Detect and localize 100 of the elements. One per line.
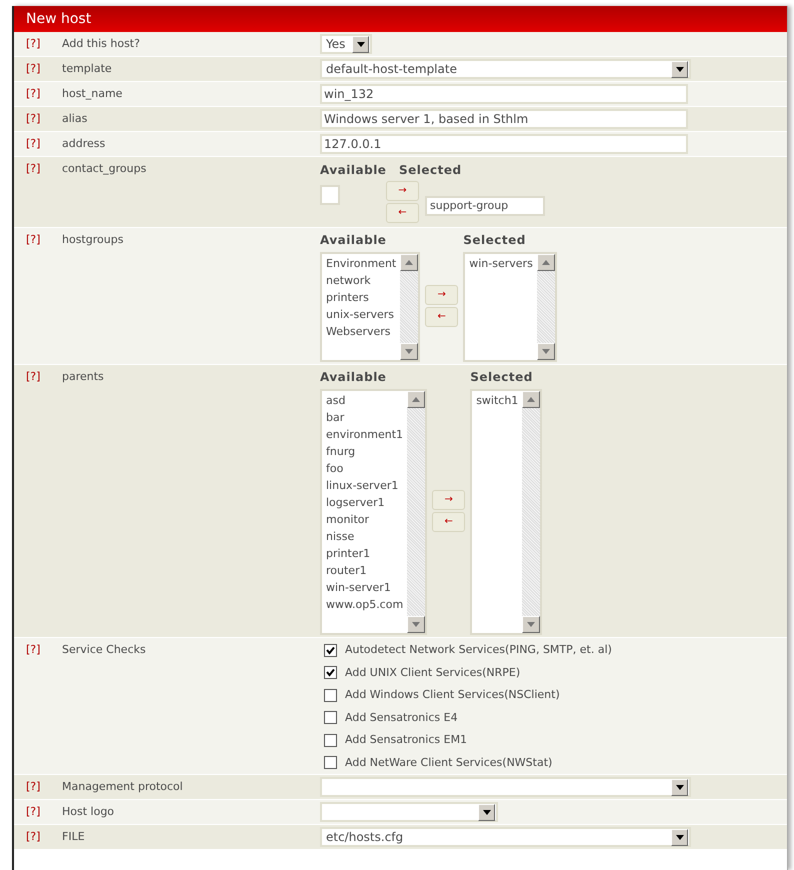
checkbox-label: Add UNIX Client Services(NRPE) (345, 664, 520, 680)
list-option[interactable]: support-group (430, 198, 540, 214)
dropdown-button[interactable] (352, 36, 369, 52)
list-option[interactable]: environment1 (326, 426, 404, 443)
dropdown-field[interactable]: etc/hosts.cfg (320, 827, 691, 847)
dropdown-button[interactable] (478, 804, 495, 820)
list-option[interactable]: nisse (326, 528, 404, 545)
field-label: template (62, 61, 113, 77)
list-option[interactable]: www.op5.com (326, 596, 404, 613)
checkbox[interactable] (324, 734, 337, 747)
remove-button[interactable]: ← (432, 512, 466, 532)
scroll-up-button[interactable] (400, 254, 418, 271)
help-link[interactable]: [?] (14, 82, 62, 106)
list-option[interactable]: win-server1 (326, 579, 404, 596)
column-heading: Selected (470, 369, 534, 386)
column-heading: Selected (463, 232, 527, 249)
list-option[interactable]: unix-servers (326, 306, 396, 323)
help-link[interactable]: [?] (14, 57, 62, 81)
down-arrow-icon (542, 349, 550, 354)
dropdown-button[interactable] (671, 828, 688, 846)
list-option[interactable]: foo (326, 460, 404, 477)
list-option[interactable]: monitor (326, 511, 404, 528)
down-arrow-icon (405, 349, 414, 354)
text-field[interactable]: 127.0.0.1 (320, 134, 688, 154)
list-option[interactable]: win-servers (469, 255, 533, 272)
list-option[interactable]: Environment (326, 255, 396, 272)
list-option[interactable]: printers (326, 289, 396, 306)
scroll-down-button[interactable] (536, 343, 555, 360)
help-link[interactable]: [?] (14, 228, 62, 364)
column-heading: Available (320, 369, 388, 386)
text-field[interactable]: win_132 (320, 84, 688, 104)
caret-icon (676, 834, 684, 840)
list-box[interactable]: support-group (425, 196, 545, 216)
scroll-down-button[interactable] (407, 616, 426, 633)
help-link[interactable]: [?] (14, 638, 62, 774)
list-box[interactable]: switch1 (470, 389, 542, 635)
down-arrow-icon (527, 622, 536, 627)
checkbox[interactable] (324, 711, 337, 724)
list-option[interactable]: router1 (326, 562, 404, 579)
checkbox-label: Add NetWare Client Services(NWStat) (345, 754, 552, 770)
caret-icon (482, 810, 490, 814)
list-option[interactable]: network (326, 272, 396, 289)
list-option[interactable]: logserver1 (326, 494, 404, 511)
field-label: hostgroups (62, 232, 124, 248)
scroll-up-button[interactable] (407, 391, 426, 408)
add-button[interactable]: → (386, 181, 419, 201)
help-link[interactable]: [?] (14, 107, 62, 131)
list-option[interactable]: printer1 (326, 545, 404, 562)
help-link[interactable]: [?] (14, 800, 62, 824)
scrollbar[interactable] (536, 254, 555, 360)
checkbox[interactable] (324, 756, 337, 770)
checkbox-label: Add Sensatronics E4 (345, 710, 458, 726)
field-label: host_name (62, 86, 124, 102)
dropdown-field[interactable]: Yes (320, 34, 372, 54)
checkbox[interactable] (324, 666, 337, 680)
scrollbar[interactable] (400, 254, 418, 360)
scroll-down-button[interactable] (522, 616, 540, 633)
list-option[interactable]: linux-server1 (326, 477, 404, 494)
help-link[interactable]: [?] (14, 365, 62, 637)
scrollbar[interactable] (522, 391, 540, 633)
add-button[interactable]: → (425, 284, 458, 304)
list-box[interactable]: win-servers (463, 252, 557, 362)
field-label: Add this host? (62, 36, 141, 52)
scrollbar[interactable] (407, 391, 426, 633)
scroll-up-button[interactable] (522, 391, 540, 408)
list-box[interactable]: asd bar environment1 fnurg foo linux-server1 logserver1 monitor nisse printer1 router1 win-server1 www.op5.com (320, 389, 428, 635)
panel-title: New host (26, 10, 92, 28)
caret-icon (676, 66, 684, 72)
list-box[interactable]: Environment network printers unix-servers Webservers (320, 252, 420, 362)
checkbox[interactable] (324, 688, 337, 702)
scroll-down-button[interactable] (400, 343, 418, 360)
checkmark-icon (326, 668, 335, 678)
help-link[interactable]: [?] (14, 132, 62, 156)
list-option[interactable]: asd (326, 392, 404, 409)
up-arrow-icon (542, 260, 550, 265)
dropdown-field[interactable] (320, 777, 691, 797)
field-label: Service Checks (62, 642, 147, 658)
list-option[interactable]: bar (326, 409, 404, 426)
list-option[interactable]: Webservers (326, 323, 396, 340)
help-link[interactable]: [?] (14, 157, 62, 227)
text-field[interactable]: Windows server 1, based in Sthlm (320, 109, 688, 129)
column-heading: Selected (399, 162, 463, 179)
remove-button[interactable]: ← (386, 203, 419, 223)
field-label: alias (62, 111, 88, 127)
help-link[interactable]: [?] (14, 775, 62, 799)
list-option[interactable]: fnurg (326, 443, 404, 460)
checkbox-label: Add Sensatronics EM1 (345, 732, 468, 748)
dropdown-value: default-host-template (326, 61, 457, 78)
help-link[interactable]: [?] (14, 32, 62, 56)
checkbox[interactable] (324, 644, 337, 657)
dropdown-field[interactable]: default-host-template (320, 59, 691, 79)
add-button[interactable]: → (432, 490, 466, 510)
scroll-up-button[interactable] (536, 254, 555, 271)
column-heading: Available (320, 232, 388, 249)
remove-button[interactable]: ← (425, 306, 458, 326)
dropdown-field[interactable] (320, 802, 498, 822)
list-option[interactable]: switch1 (476, 392, 518, 409)
dropdown-button[interactable] (671, 60, 688, 78)
dropdown-button[interactable] (671, 778, 688, 796)
help-link[interactable]: [?] (14, 825, 62, 849)
